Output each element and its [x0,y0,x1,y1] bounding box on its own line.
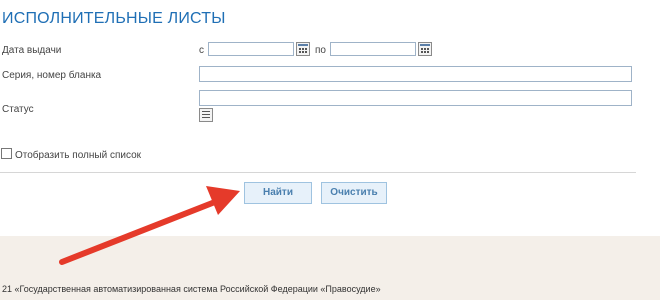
arrow-icon [59,186,240,265]
